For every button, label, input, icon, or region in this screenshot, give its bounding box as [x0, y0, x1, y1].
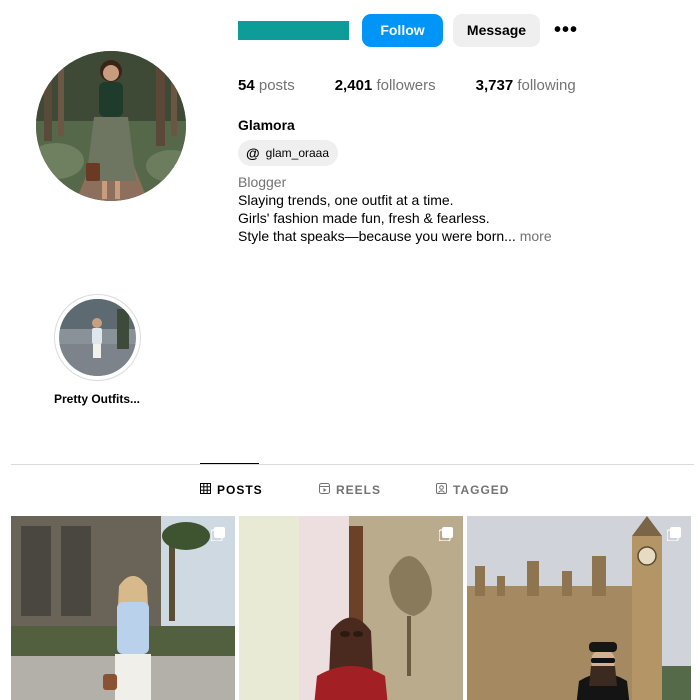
bio-more-link[interactable]: more	[520, 228, 552, 244]
multi-photo-icon	[439, 527, 453, 541]
post-photo	[239, 516, 463, 700]
post-photo	[11, 516, 235, 700]
followers-stat[interactable]: 2,401 followers	[335, 77, 436, 94]
profile-stats: 54 posts 2,401 followers 3,737 following	[238, 77, 616, 94]
more-options-icon[interactable]: •••	[554, 14, 578, 47]
following-stat[interactable]: 3,737 following	[476, 77, 576, 94]
profile-avatar[interactable]	[36, 51, 186, 201]
bio-line-last: Style that speaks—because you were born.…	[238, 227, 678, 245]
posts-stat: 54 posts	[238, 77, 295, 94]
posts-count: 54	[238, 77, 255, 94]
tab-tagged[interactable]: TAGGED	[436, 464, 509, 516]
profile-category: Blogger	[238, 174, 287, 190]
reels-icon	[319, 483, 330, 497]
posts-label: posts	[258, 77, 295, 94]
threads-icon: @	[246, 145, 260, 161]
post-thumbnail[interactable]	[467, 516, 691, 700]
bio-line: Slaying trends, one outfit at a time.	[238, 192, 454, 208]
post-photo	[467, 516, 691, 700]
followers-count: 2,401	[334, 77, 373, 94]
threads-handle: glam_oraaa	[265, 146, 330, 160]
follow-button[interactable]: Follow	[362, 14, 443, 47]
profile-header: Follow Message •••	[238, 14, 678, 47]
tab-posts-label: POSTS	[217, 482, 263, 497]
tab-posts[interactable]: POSTS	[200, 463, 262, 515]
following-label: following	[517, 77, 576, 94]
posts-grid	[11, 516, 694, 700]
highlight-photo	[58, 299, 136, 376]
profile-tabs: POSTS REELS TAGGED	[0, 463, 700, 516]
profile-full-name: Glamora	[238, 117, 295, 133]
post-thumbnail[interactable]	[239, 516, 463, 700]
threads-link[interactable]: @ glam_oraaa	[238, 140, 339, 166]
story-highlight[interactable]: Pretty Outfits...	[52, 294, 142, 406]
multi-photo-icon	[211, 527, 225, 541]
bio-line: Style that speaks—because you were born.…	[238, 228, 516, 244]
tab-tagged-label: TAGGED	[453, 483, 510, 497]
highlight-label: Pretty Outfits...	[53, 392, 140, 406]
message-button[interactable]: Message	[453, 14, 540, 47]
multi-photo-icon	[667, 527, 681, 541]
followers-label: followers	[376, 77, 436, 94]
bio-line: Girls' fashion made fun, fresh & fearles…	[238, 210, 490, 226]
highlight-cover	[58, 299, 136, 376]
tagged-icon	[436, 483, 447, 497]
tab-reels-label: REELS	[336, 483, 382, 497]
grid-icon	[200, 482, 211, 497]
profile-bio: Blogger Slaying trends, one outfit at a …	[238, 173, 678, 245]
tab-reels[interactable]: REELS	[319, 464, 381, 516]
following-count: 3,737	[475, 77, 514, 94]
post-thumbnail[interactable]	[11, 516, 235, 700]
highlight-ring	[53, 294, 141, 381]
username-redacted	[238, 21, 349, 40]
profile-photo	[36, 51, 186, 201]
